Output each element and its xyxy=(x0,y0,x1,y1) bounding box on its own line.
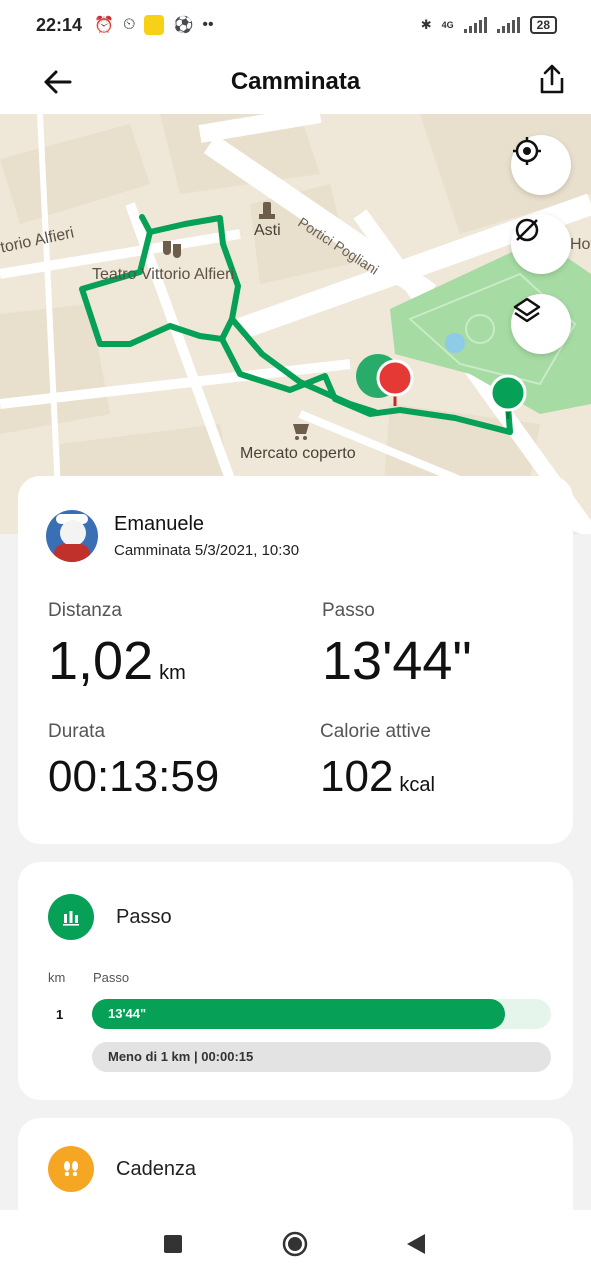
calories-unit: kcal xyxy=(399,774,435,796)
layers-button[interactable] xyxy=(511,294,571,354)
pace-value: 13'44" xyxy=(322,631,472,691)
distance-unit: km xyxy=(159,662,186,684)
locate-icon xyxy=(513,137,541,165)
activity-datetime: Camminata 5/3/2021, 10:30 xyxy=(114,542,300,559)
pace-metric: Passo 13'44" xyxy=(322,600,472,688)
pace-bar-track: 13'44" xyxy=(92,999,551,1029)
map-label-asti: Asti xyxy=(254,222,281,239)
app-bar: Camminata xyxy=(0,50,591,114)
pace-row-km: 1 xyxy=(56,1007,64,1022)
pace-card[interactable]: Passo km Passo 1 13'44" Meno di 1 km | 0… xyxy=(18,862,573,1100)
status-notification-icons: ⏰ ⏲ ⚽ •• xyxy=(94,15,214,35)
back-triangle-icon[interactable] xyxy=(406,1233,426,1260)
calories-value-row: 102 kcal xyxy=(320,755,435,799)
recent-apps-icon[interactable] xyxy=(164,1235,182,1258)
column-km: km xyxy=(48,970,66,985)
football-icon: ⚽ xyxy=(173,17,194,34)
map-canvas xyxy=(0,114,591,534)
status-bar: 22:14 ⏰ ⏲ ⚽ •• ✱ 4G 28 xyxy=(0,0,591,50)
pace-label: Passo xyxy=(322,600,375,621)
home-icon[interactable] xyxy=(282,1231,308,1262)
share-icon[interactable] xyxy=(534,62,570,98)
user-row: Emanuele Camminata 5/3/2021, 10:30 xyxy=(46,510,299,562)
avatar[interactable] xyxy=(46,510,98,562)
yellow-app-icon xyxy=(144,15,165,35)
calories-label: Calorie attive xyxy=(320,721,431,742)
calories-metric: Calorie attive 102 kcal xyxy=(320,721,435,799)
pace-bar: 13'44" xyxy=(92,999,506,1029)
signal-2-icon xyxy=(496,17,520,33)
more-dots: •• xyxy=(202,16,214,33)
alarm-snooze-icon: ⏲ xyxy=(122,16,136,33)
locate-button[interactable] xyxy=(511,135,571,195)
column-pace: Passo xyxy=(93,970,130,985)
layers-icon xyxy=(513,297,541,323)
duration-label: Durata xyxy=(48,721,106,742)
cadence-section-header: Cadenza xyxy=(48,1146,196,1192)
duration-value: 00:13:59 xyxy=(48,752,220,801)
route-map[interactable]: torio Alfieri Asti Portici Pogliani Teat… xyxy=(0,114,591,534)
map-label-hotel: Hot xyxy=(570,236,591,253)
status-system-icons: ✱ 4G 28 xyxy=(421,16,557,34)
distance-value-row: 1,02 km xyxy=(48,634,186,688)
map-label-theatre: Teatro Vittorio Alfieri xyxy=(92,266,234,283)
battery-icon: 28 xyxy=(529,16,557,34)
alarm-icon: ⏰ xyxy=(94,17,114,34)
signal-icon xyxy=(463,17,487,33)
bar-chart-icon xyxy=(48,894,94,940)
pace-section-title: Passo xyxy=(116,905,172,928)
bluetooth-icon: ✱ xyxy=(420,17,432,32)
user-name: Emanuele xyxy=(114,513,205,535)
status-time: 22:14 xyxy=(36,14,83,35)
footsteps-icon xyxy=(48,1146,94,1192)
activity-summary-card: Emanuele Camminata 5/3/2021, 10:30 Dista… xyxy=(18,476,573,844)
page-title: Camminata xyxy=(230,68,361,95)
system-nav-bar xyxy=(0,1210,591,1280)
duration-metric: Durata 00:13:59 xyxy=(48,721,219,799)
network-type: 4G xyxy=(441,20,454,30)
pace-section-header: Passo xyxy=(48,894,172,940)
hide-route-button[interactable] xyxy=(511,214,571,274)
cadence-section-title: Cadenza xyxy=(116,1157,197,1180)
pace-remainder-summary: Meno di 1 km | 00:00:15 xyxy=(92,1042,551,1072)
distance-label: Distanza xyxy=(48,600,122,621)
hide-route-icon xyxy=(515,218,539,242)
distance-value: 1,02 xyxy=(48,631,154,691)
distance-metric: Distanza 1,02 km xyxy=(48,600,186,688)
back-arrow-icon[interactable] xyxy=(40,64,76,100)
calories-value: 102 xyxy=(320,752,394,801)
map-label-market: Mercato coperto xyxy=(240,445,356,462)
